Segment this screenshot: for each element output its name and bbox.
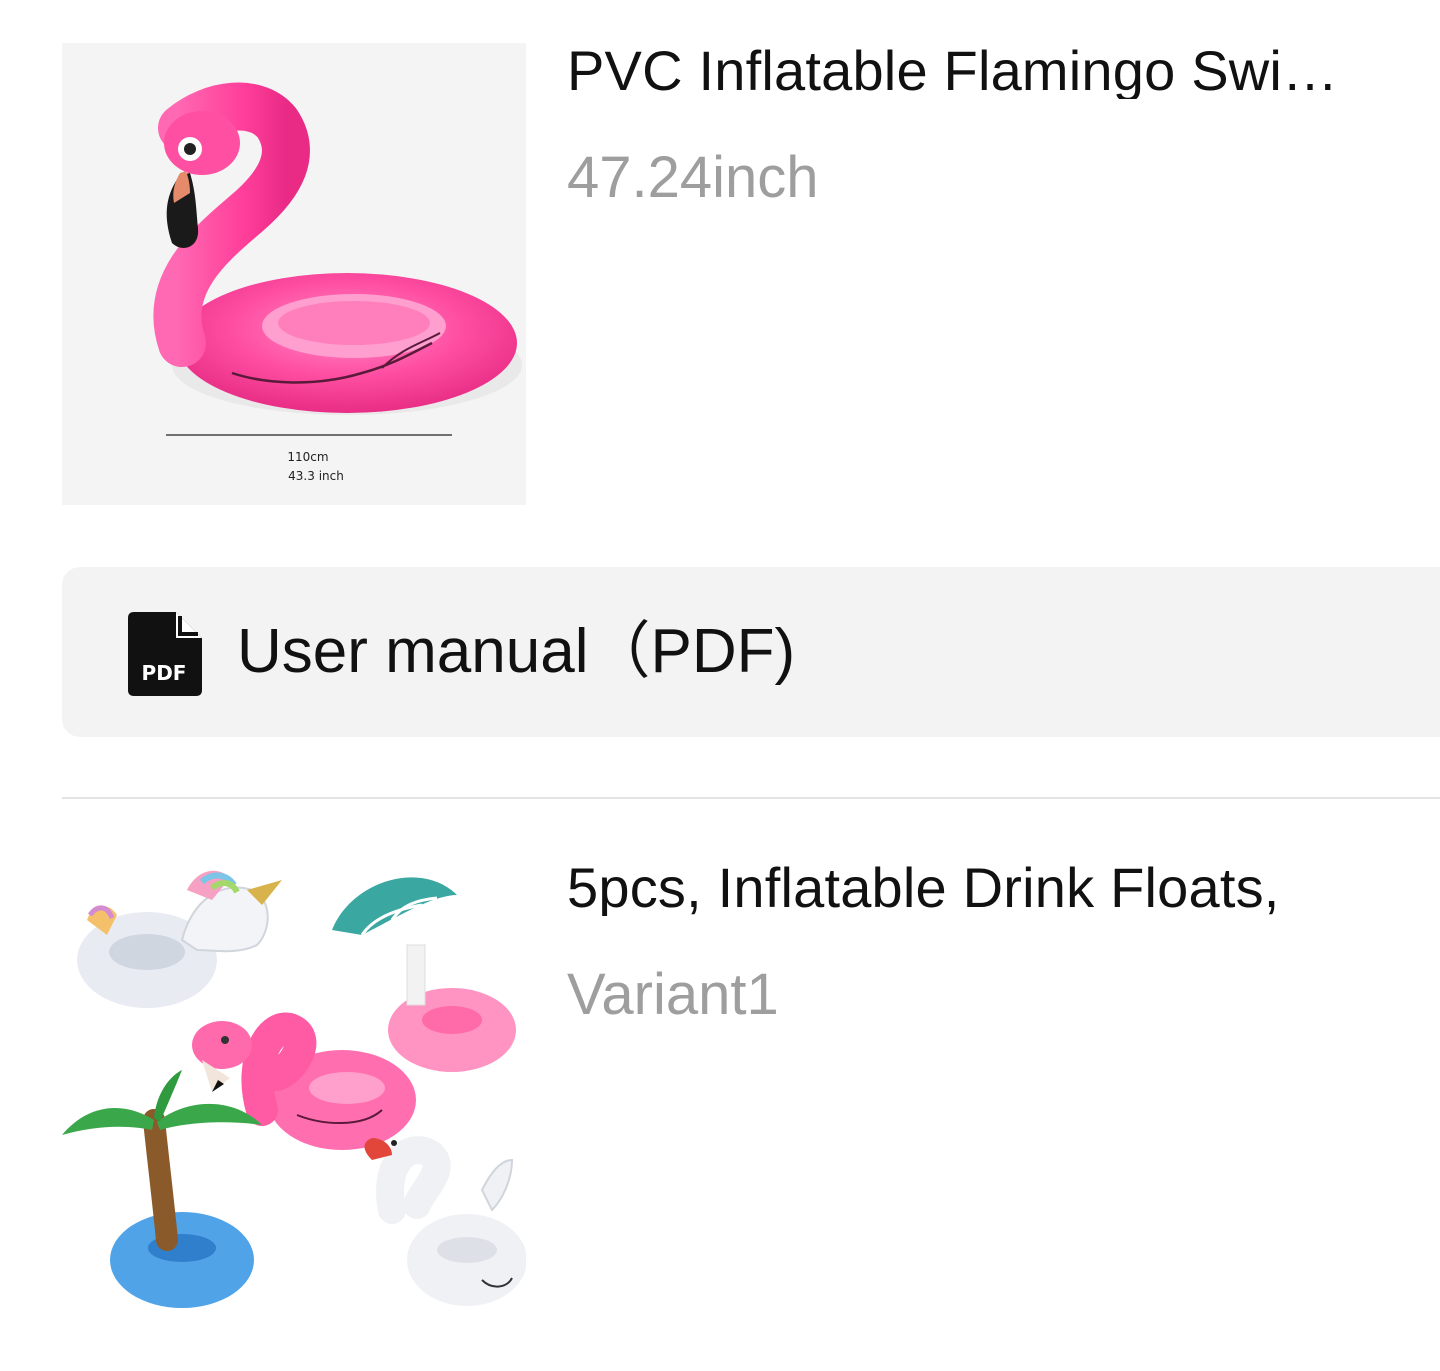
flamingo-swim-ring-image: 110cm 43.3 inch [62, 43, 526, 505]
measure-cm-text: 110cm [287, 450, 328, 464]
product-thumbnail[interactable] [62, 860, 526, 1322]
product-title[interactable]: 5pcs, Inflatable Drink Floats, [567, 860, 1440, 916]
product-title[interactable]: PVC Inflatable Flamingo Swi… [567, 43, 1440, 99]
pdf-file-icon: PDF [128, 612, 202, 696]
product-info: PVC Inflatable Flamingo Swi… 47.24inch [567, 43, 1440, 207]
measure-inch-text: 43.3 inch [288, 469, 344, 483]
product-variant: Variant1 [567, 962, 779, 1027]
product-item-drink-floats[interactable]: 5pcs, Inflatable Drink Floats, Variant1 [62, 860, 1440, 1322]
product-info: 5pcs, Inflatable Drink Floats, Variant1 [567, 860, 1440, 1024]
user-manual-label: User manual（PDF) [237, 617, 796, 686]
product-variant: 47.24inch [567, 145, 819, 210]
section-divider [62, 797, 1440, 799]
product-thumbnail[interactable]: 110cm 43.3 inch [62, 43, 526, 505]
order-items-page: 110cm 43.3 inch PVC Inflatable Flamingo … [0, 0, 1440, 1371]
inflatable-drink-floats-image [62, 860, 526, 1322]
user-manual-button[interactable]: PDF User manual（PDF) [62, 567, 1440, 737]
product-item-flamingo[interactable]: 110cm 43.3 inch PVC Inflatable Flamingo … [62, 43, 1440, 505]
pdf-icon-label: PDF [142, 661, 187, 685]
